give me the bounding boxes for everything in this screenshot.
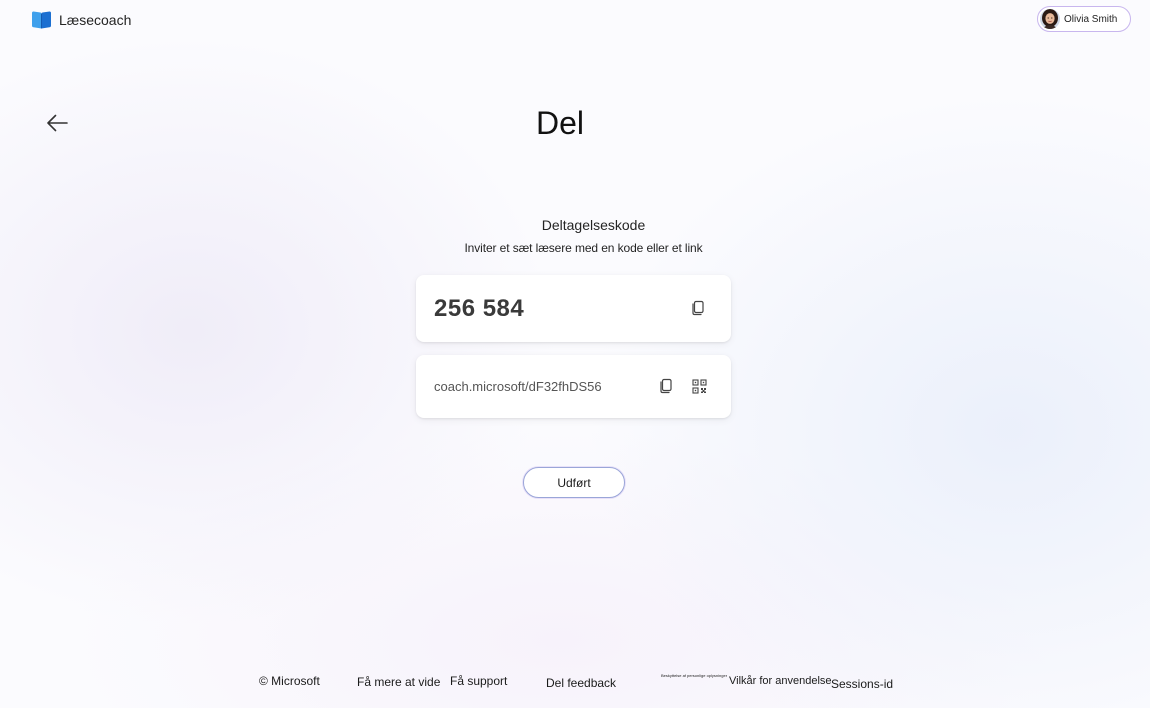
qr-code-icon (691, 378, 707, 394)
footer-support-link[interactable]: Få support (450, 674, 507, 688)
footer-copyright: © Microsoft (259, 674, 320, 688)
copy-link-button[interactable] (654, 374, 678, 398)
app-name: Læsecoach (59, 12, 132, 28)
copy-icon (692, 300, 704, 316)
join-code-card: 256 584 (416, 275, 731, 342)
done-button[interactable]: Udført (523, 467, 625, 498)
footer-learn-more-link[interactable]: Få mere at vide (357, 675, 440, 689)
footer-session-id-link[interactable]: Sessions-id (831, 677, 893, 691)
join-code: 256 584 (434, 294, 525, 322)
section-subtitle: Inviter et sæt læsere med en kode eller … (464, 241, 703, 255)
app-header: Læsecoach Olivia Smith (0, 0, 1150, 40)
footer-privacy-link[interactable]: Beskyttelse af personlige oplysninger (661, 673, 727, 678)
brand[interactable]: Læsecoach (31, 10, 131, 30)
user-name: Olivia Smith (1064, 13, 1118, 25)
copy-icon (660, 378, 672, 394)
page-title: Del (535, 105, 584, 141)
section-title: Deltagelseskode (541, 217, 646, 233)
join-link: coach.microsoft/dF32fhDS56 (434, 379, 602, 394)
qr-code-button[interactable] (687, 374, 711, 398)
join-link-card: coach.microsoft/dF32fhDS56 (416, 355, 731, 418)
copy-code-button[interactable] (686, 296, 710, 320)
avatar (1040, 9, 1060, 29)
footer-terms-link[interactable]: Vilkår for anvendelse (729, 675, 832, 687)
footer-feedback-link[interactable]: Del feedback (546, 676, 616, 690)
user-account-button[interactable]: Olivia Smith (1037, 6, 1131, 32)
book-logo-icon (32, 11, 51, 29)
